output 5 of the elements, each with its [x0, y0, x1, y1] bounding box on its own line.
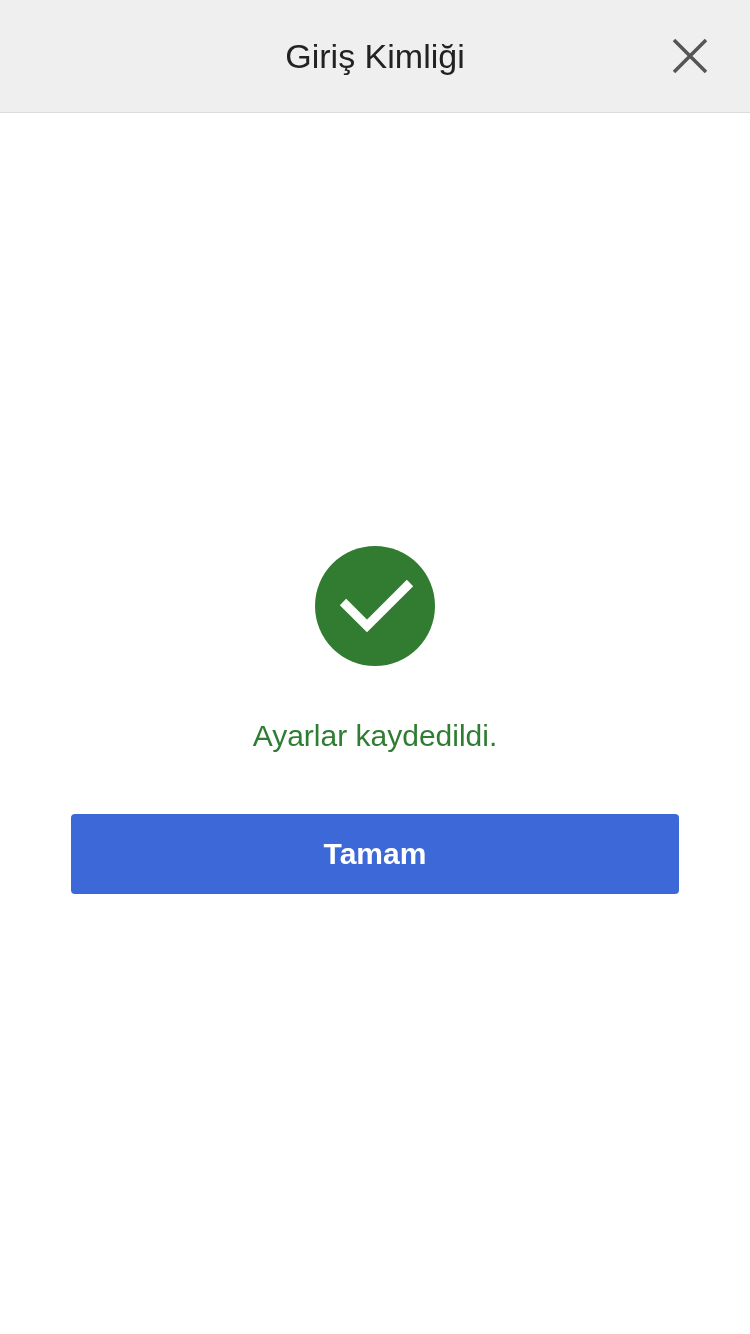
- close-button[interactable]: [670, 36, 710, 76]
- close-icon: [670, 36, 710, 76]
- status-message: Ayarlar kaydedildi.: [252, 718, 498, 754]
- window-title: Giriş Kimliği: [285, 36, 465, 76]
- ok-button[interactable]: Tamam: [71, 814, 679, 894]
